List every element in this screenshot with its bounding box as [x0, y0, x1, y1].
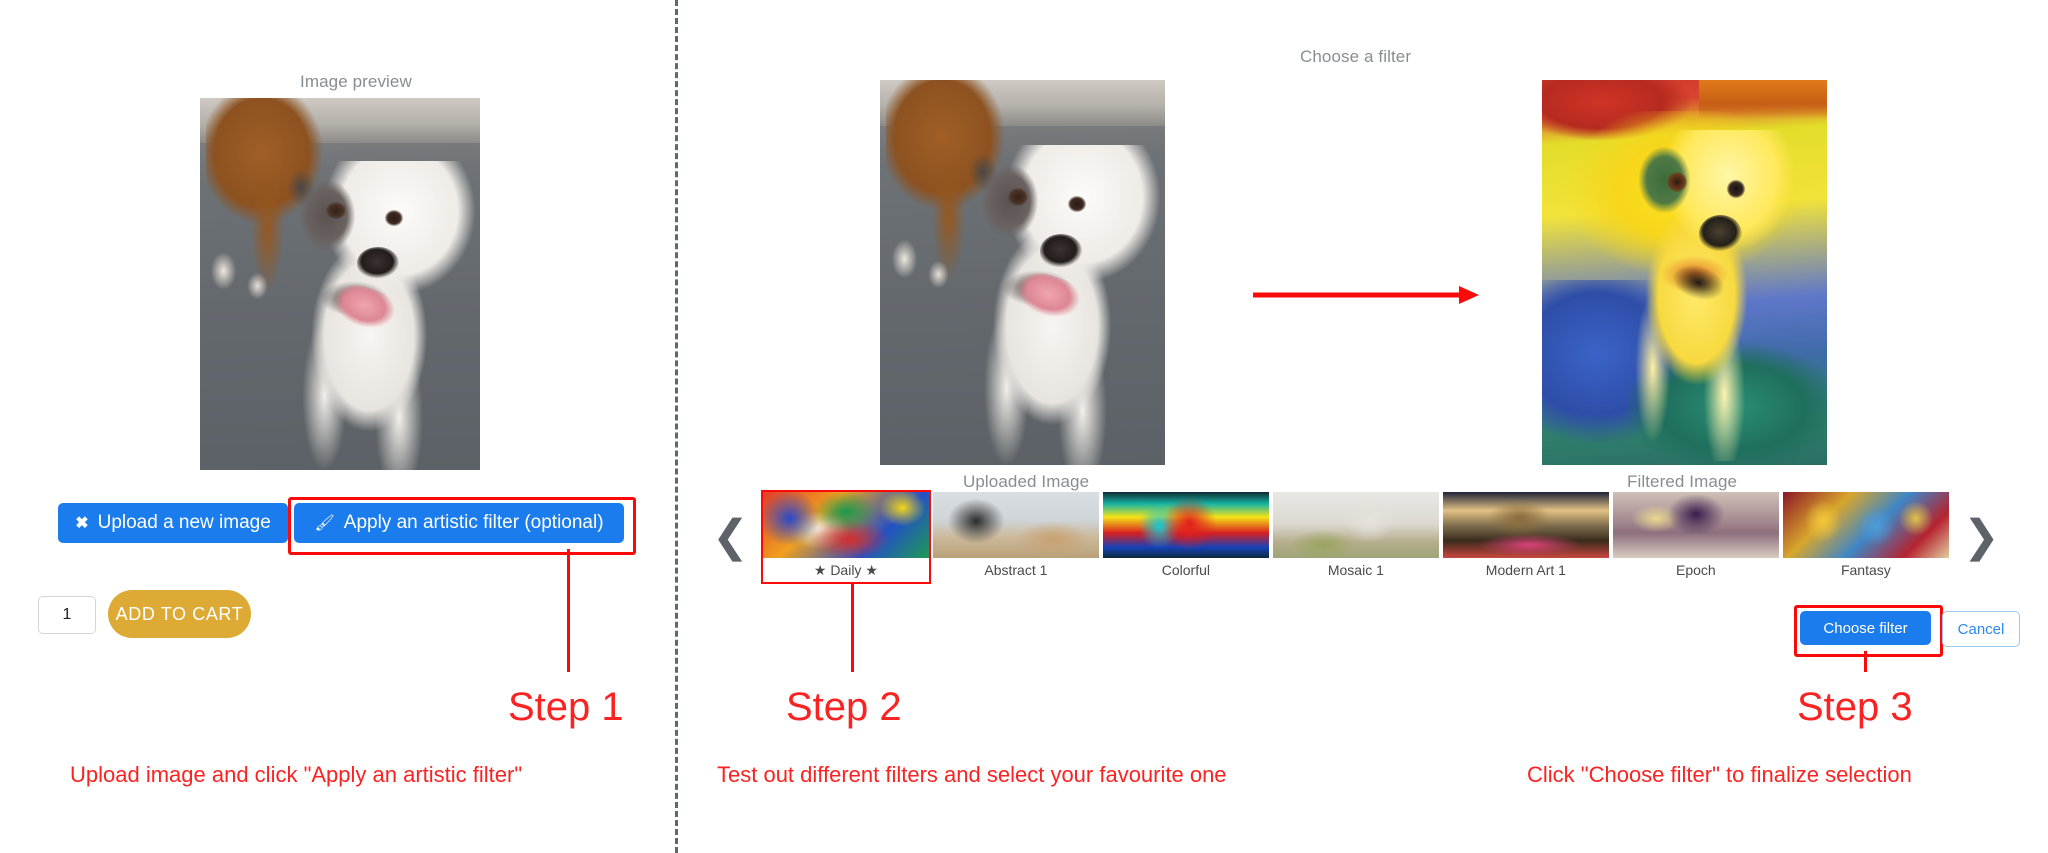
filter-thumbnail-label: Abstract 1 [984, 562, 1048, 578]
filter-thumbnail[interactable]: Fantasy [1782, 492, 1949, 582]
image-preview-thumbnail [200, 98, 480, 470]
filter-thumbnail-image [1102, 492, 1269, 558]
carousel-prev-button[interactable]: ❮ [712, 515, 749, 559]
filter-carousel: ❮ ★ Daily ★ Abstract 1 Colorful Mosaic 1 Mod… [712, 490, 2032, 584]
filter-thumbnail-image [1782, 492, 1949, 558]
tutorial-screenshot: Image preview ✖ Upload a new image 🖌 App… [0, 0, 2048, 853]
filter-thumbnail-image [1272, 492, 1439, 558]
step1-title: Step 1 [508, 685, 624, 729]
choose-filter-label: Choose filter [1823, 619, 1908, 637]
uploaded-image [880, 80, 1165, 465]
choose-a-filter-title: Choose a filter [1300, 47, 1412, 66]
filter-thumbnail-label: Modern Art 1 [1485, 562, 1566, 578]
filter-thumbnail[interactable]: Epoch [1612, 492, 1779, 582]
step1-callout-line [567, 549, 570, 672]
filter-thumbnail[interactable]: ★ Daily ★ [760, 490, 931, 584]
cancel-button[interactable]: Cancel [1942, 611, 2020, 647]
filtered-image [1542, 80, 1827, 465]
step2-title: Step 2 [786, 685, 902, 729]
filter-thumbnail-list: ★ Daily ★ Abstract 1 Colorful Mosaic 1 Moder… [760, 490, 1949, 584]
close-x-icon: ✖ [75, 515, 89, 532]
right-arrow-icon [1253, 286, 1479, 304]
step3-title: Step 3 [1797, 685, 1913, 729]
step3-callout-line [1864, 651, 1867, 672]
cancel-label: Cancel [1957, 620, 2005, 638]
step2-description: Test out different filters and select yo… [717, 762, 1227, 787]
filter-thumbnail[interactable]: Colorful [1102, 492, 1269, 582]
filter-thumbnail-label: ★ Daily ★ [813, 561, 878, 578]
filter-thumbnail-label: Fantasy [1840, 562, 1891, 578]
carousel-next-button[interactable]: ❯ [1963, 515, 2000, 559]
filter-thumbnail-image [1442, 492, 1609, 558]
uploaded-image-label: Uploaded Image [963, 472, 1090, 491]
filter-thumbnail-label: Epoch [1676, 562, 1716, 578]
filter-thumbnail[interactable]: Modern Art 1 [1442, 492, 1609, 582]
filter-thumbnail-image [762, 492, 929, 558]
choose-filter-button[interactable]: Choose filter [1800, 611, 1931, 645]
paintbrush-icon: 🖌 [314, 515, 335, 532]
filter-thumbnail-label: Colorful [1161, 562, 1210, 578]
image-preview-label: Image preview [300, 72, 412, 91]
filter-thumbnail-label: Mosaic 1 [1327, 562, 1384, 578]
apply-artistic-filter-button[interactable]: 🖌 Apply an artistic filter (optional) [294, 503, 624, 543]
apply-artistic-filter-label: Apply an artistic filter (optional) [343, 512, 604, 533]
filter-thumbnail-image [1612, 492, 1779, 558]
add-to-cart-label: ADD TO CART [115, 603, 244, 624]
add-to-cart-button[interactable]: ADD TO CART [108, 590, 251, 638]
step3-description: Click "Choose filter" to finalize select… [1527, 762, 1912, 787]
step2-callout-line [851, 583, 854, 672]
filter-thumbnail[interactable]: Abstract 1 [932, 492, 1099, 582]
step1-description: Upload image and click "Apply an artisti… [70, 762, 523, 787]
upload-new-image-button[interactable]: ✖ Upload a new image [58, 503, 288, 543]
panel-divider [675, 0, 678, 853]
filtered-image-label: Filtered Image [1627, 472, 1738, 491]
upload-new-image-label: Upload a new image [97, 512, 271, 533]
filter-thumbnail-image [932, 492, 1099, 558]
quantity-input[interactable] [38, 596, 96, 634]
filter-thumbnail[interactable]: Mosaic 1 [1272, 492, 1439, 582]
